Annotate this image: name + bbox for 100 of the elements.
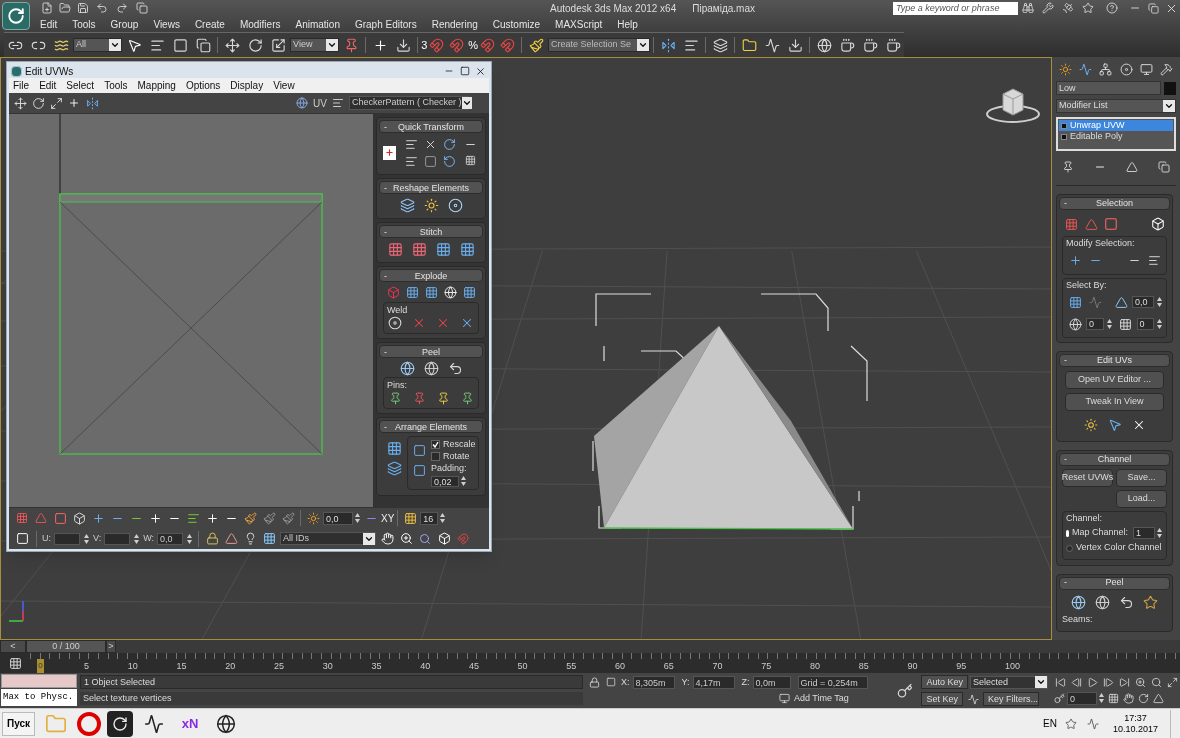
- rollout-header[interactable]: - Peel: [1059, 576, 1170, 590]
- id-field[interactable]: 0: [1136, 318, 1154, 330]
- channel-radio[interactable]: Map Channel: 1: [1066, 525, 1163, 541]
- padding-label: Padding:: [431, 463, 468, 473]
- menu-item[interactable]: MAXScript: [555, 16, 603, 32]
- menu-item[interactable]: Group: [110, 16, 139, 32]
- frame-tick-label: 55: [566, 659, 577, 673]
- frame-tick-label: 60: [615, 659, 626, 673]
- rollout-header[interactable]: - Arrange Elements: [379, 420, 483, 433]
- object-name-field[interactable]: Low: [1056, 81, 1161, 95]
- previous-frame-button[interactable]: <: [0, 640, 26, 653]
- menu-item[interactable]: Animation: [295, 16, 340, 32]
- rollout-header[interactable]: - Quick Transform: [379, 120, 483, 133]
- snap-field[interactable]: 16: [420, 511, 439, 525]
- menu-item[interactable]: Rendering: [431, 16, 478, 32]
- menu-item[interactable]: Edit: [40, 16, 58, 32]
- panel-button[interactable]: Open UV Editor ...: [1065, 371, 1164, 389]
- menu-item[interactable]: Mapping: [137, 78, 176, 93]
- search-field[interactable]: Type a keyword or phrase: [893, 1, 1018, 15]
- file-name: Піраміда.max: [692, 1, 755, 16]
- frame-tick-label: 10: [127, 659, 138, 673]
- coordinate-system-dropdown[interactable]: View: [290, 38, 340, 52]
- channel-radio[interactable]: Vertex Color Channel: [1066, 540, 1163, 556]
- frame-tick-label: 20: [225, 659, 236, 673]
- slider-thumb[interactable]: 0 / 100: [26, 640, 106, 653]
- menu-item[interactable]: Tools: [104, 78, 128, 93]
- modifier-list-dropdown[interactable]: Modifier List: [1056, 99, 1176, 113]
- panel-button[interactable]: Tweak In View: [1065, 393, 1164, 411]
- start-button[interactable]: Пуск: [2, 711, 36, 736]
- menu-item[interactable]: Options: [185, 78, 221, 93]
- menu-item[interactable]: Customize: [492, 16, 541, 32]
- frame-tick-label: 80: [810, 659, 821, 673]
- key-filters-button[interactable]: Key Filters...: [983, 692, 1039, 706]
- menu-item[interactable]: Create: [194, 16, 225, 32]
- frame-tick-label: 75: [761, 659, 772, 673]
- rollout-header[interactable]: - Edit UVs: [1059, 354, 1170, 367]
- frame-marker[interactable]: 0: [37, 659, 44, 673]
- frame-tick-label: 40: [420, 659, 431, 673]
- taskbar-app-button[interactable]: xN: [175, 713, 206, 734]
- frame-tick-label: 70: [712, 659, 723, 673]
- app-title: Autodesk 3ds Max 2012 x64: [550, 1, 677, 16]
- z-field[interactable]: 0,0m: [752, 675, 791, 689]
- named-selection-dropdown[interactable]: Create Selection Se: [548, 38, 650, 52]
- menu-item[interactable]: Views: [153, 16, 180, 32]
- rollout-header[interactable]: - Selection: [1059, 197, 1170, 210]
- frame-tick-label: 5: [84, 659, 89, 673]
- menu-item[interactable]: View: [273, 78, 295, 93]
- language-indicator: EN: [1043, 717, 1057, 731]
- window-title: Edit UVWs: [25, 64, 75, 79]
- stack-item[interactable]: Unwrap UVW: [1059, 120, 1173, 131]
- falloff-field[interactable]: 0,0: [323, 511, 353, 525]
- menu-item[interactable]: Tools: [72, 16, 96, 32]
- group-label: Weld: [387, 305, 408, 315]
- group-label: Pins:: [387, 380, 407, 390]
- option-checkbox[interactable]: Rotate: [431, 451, 476, 461]
- menu-item[interactable]: Edit: [39, 78, 57, 93]
- menu-item[interactable]: Modifiers: [239, 16, 281, 32]
- menu-item[interactable]: Help: [617, 16, 638, 32]
- time-slider[interactable]: < 0 / 100 >: [0, 640, 1180, 653]
- texture-dropdown[interactable]: CheckerPattern ( Checker ): [349, 96, 469, 110]
- selection-filter-dropdown[interactable]: All: [73, 38, 123, 52]
- current-frame-field[interactable]: 0: [1067, 691, 1097, 705]
- rollout-header[interactable]: - Reshape Elements: [379, 181, 483, 194]
- clock-time: 17:37: [1124, 712, 1147, 724]
- uv-label: UV: [312, 96, 328, 111]
- stack-item[interactable]: Editable Poly: [1059, 131, 1173, 142]
- y-field[interactable]: 4,17m: [692, 675, 735, 689]
- maxscript-output-field[interactable]: Max to Physc.: [1, 689, 77, 706]
- map-channel-field[interactable]: 1: [1133, 527, 1155, 539]
- rollout-header[interactable]: - Channel: [1059, 453, 1170, 466]
- frame-tick-label: 30: [322, 659, 333, 673]
- snap-label: 3: [421, 37, 428, 53]
- id-filter-dropdown[interactable]: All IDs: [280, 532, 376, 545]
- rollout-header[interactable]: - Explode: [379, 269, 483, 282]
- set-key-button[interactable]: Set Key: [921, 692, 963, 706]
- padding-field[interactable]: 0,02: [431, 475, 459, 487]
- smoothing-field[interactable]: 0: [1086, 318, 1104, 330]
- group-label: Channel:: [1066, 513, 1103, 523]
- rollout-header[interactable]: - Peel: [379, 345, 483, 358]
- group-label: Seams:: [1062, 613, 1093, 624]
- auto-key-button[interactable]: Auto Key: [921, 675, 968, 689]
- key-mode-dropdown[interactable]: Selected: [970, 675, 1048, 689]
- menu-item[interactable]: Display: [230, 78, 264, 93]
- w-field[interactable]: 0,0: [157, 532, 183, 545]
- menu-item[interactable]: Select: [66, 78, 95, 93]
- panel-button[interactable]: Save...: [1116, 469, 1167, 487]
- x-field[interactable]: 8,305m: [632, 675, 675, 689]
- rollout-header[interactable]: - Stitch: [379, 225, 483, 238]
- frame-tick-label: 50: [517, 659, 528, 673]
- frame-tick-label: 35: [371, 659, 382, 673]
- panel-button[interactable]: Reset UVWs: [1062, 469, 1113, 487]
- panel-button[interactable]: Load...: [1116, 490, 1167, 508]
- menu-item[interactable]: File: [13, 78, 30, 93]
- frame-tick-label: 100: [1004, 659, 1020, 673]
- next-frame-button[interactable]: >: [106, 640, 116, 653]
- angle-field[interactable]: 0,0: [1132, 296, 1154, 308]
- frame-tick-label: 90: [907, 659, 918, 673]
- menu-item[interactable]: Graph Editors: [354, 16, 417, 32]
- option-checkbox[interactable]: Rescale: [431, 439, 476, 449]
- time-tag-label: Add Time Tag: [794, 692, 849, 704]
